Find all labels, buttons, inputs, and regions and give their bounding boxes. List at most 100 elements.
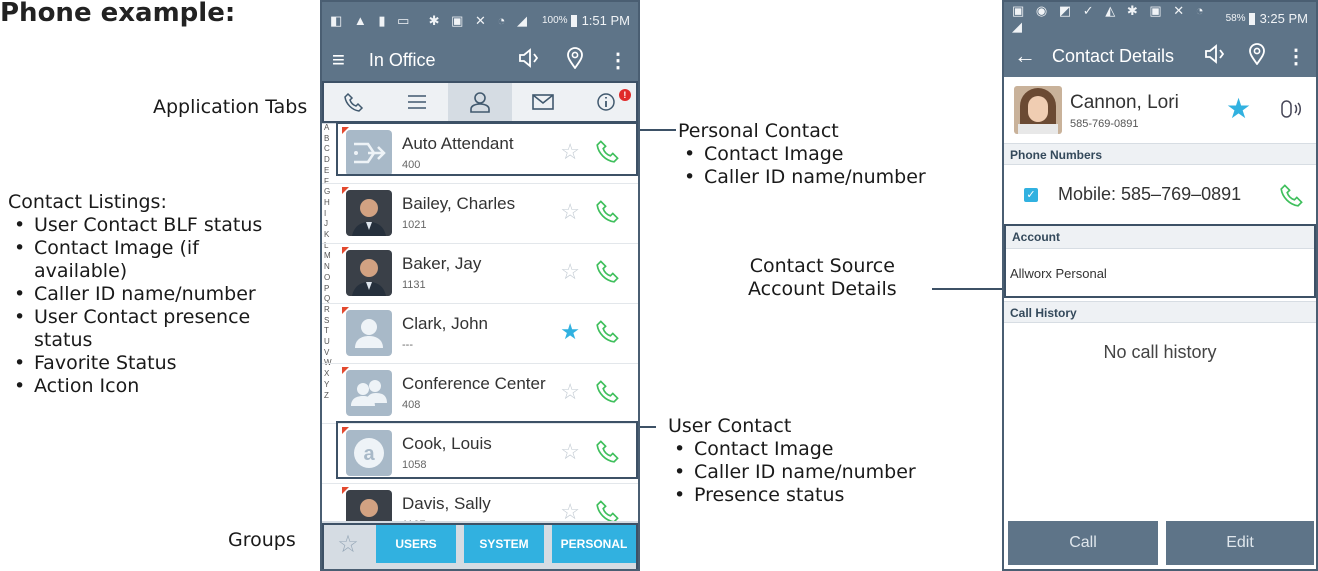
annotation-item: Contact Image (668, 438, 968, 461)
contact-number: 1021 (402, 219, 427, 231)
contact-photo-shirt (1018, 124, 1058, 134)
battery-icon (1248, 12, 1255, 25)
annotation-item: Contact Image (678, 143, 978, 166)
app-title: Contact Details (1052, 45, 1175, 66)
app-bar: ≡ In Office ⋮ (322, 39, 638, 81)
status-bar: ▣ ◉ ◩ ✓ ◭ ✱ ▣ ✕ ◔ ◢ 58% 3:25 PM (1004, 2, 1316, 35)
contact-name: Bailey, Charles (402, 194, 516, 213)
call-icon[interactable] (1280, 183, 1304, 212)
status-bar: ◧ ▲ ▮ ▭ ✱ ▣ ✕ ◔ ◢ 100% 1:51 PM (322, 2, 638, 39)
highlight-tabs (322, 81, 638, 123)
contact-row[interactable]: Clark, John --- ★ (322, 303, 638, 364)
application-tabs-label: Application Tabs (153, 96, 308, 118)
mobile-number: Mobile: 585–769–0891 (1058, 184, 1242, 204)
status-icons: ◧ ▲ ▮ ▭ ✱ ▣ ✕ ◔ ◢ (330, 12, 532, 28)
contact-name: Conference Center (402, 374, 546, 393)
favorite-star-icon[interactable]: ★ (1226, 95, 1251, 123)
contact-row[interactable]: Bailey, Charles 1021 ☆ (322, 183, 638, 244)
contact-avatar (346, 190, 392, 236)
annotation-item: Caller ID name/number (668, 461, 968, 484)
contact-number: 1131 (402, 279, 426, 291)
contact-source-line1: Contact Source (749, 255, 895, 277)
annotation-item-continued: available) (34, 260, 128, 282)
location-icon[interactable] (1248, 42, 1266, 70)
annotation-item: Presence status (668, 484, 968, 507)
account-section: Account Allworx Personal (1004, 224, 1316, 298)
annotation-item-continued: status (34, 329, 93, 351)
highlight-user-contact (336, 421, 638, 479)
presence-icon (1280, 97, 1304, 126)
personal-contact-title: Personal Contact (678, 120, 839, 142)
annotation-item: User Contact presence (8, 306, 298, 329)
annotation-item: Action Icon (8, 375, 298, 398)
contact-listings-annotation: Contact Listings: User Contact BLF statu… (8, 191, 298, 398)
speaker-icon[interactable] (518, 47, 540, 73)
callout-line (932, 288, 1004, 290)
call-icon[interactable] (596, 199, 620, 228)
favorite-star-filled-icon[interactable]: ★ (560, 321, 580, 343)
favorite-star-icon[interactable]: ☆ (560, 261, 580, 283)
groups-label: Groups (228, 529, 296, 551)
battery-level: 100% (542, 15, 568, 26)
phone-contact-details-screen: ▣ ◉ ◩ ✓ ◭ ✱ ▣ ✕ ◔ ◢ 58% 3:25 PM ← Contac… (1002, 0, 1318, 571)
contact-row[interactable]: Baker, Jay 1131 ☆ (322, 243, 638, 304)
user-contact-title: User Contact (668, 415, 792, 437)
battery-icon (570, 14, 577, 27)
status-icons: ▣ ◉ ◩ ✓ ◭ ✱ ▣ ✕ ◔ ◢ (1012, 2, 1208, 34)
contact-listings-title: Contact Listings: (8, 191, 167, 213)
contact-avatar (346, 310, 392, 356)
favorite-star-icon[interactable]: ☆ (560, 501, 580, 523)
contact-photo (1014, 86, 1062, 134)
contact-number: 585-769-0891 (1070, 118, 1139, 130)
contact-source-line2: Account Details (748, 278, 897, 300)
contact-name: Baker, Jay (402, 254, 482, 273)
call-icon[interactable] (596, 379, 620, 408)
overflow-menu-icon[interactable]: ⋮ (1286, 44, 1306, 69)
contact-avatar (346, 250, 392, 296)
contact-name: Clark, John (402, 314, 488, 333)
annotation-item: Caller ID name/number (8, 283, 298, 306)
annotation-item: Caller ID name/number (678, 166, 978, 189)
back-arrow-icon[interactable]: ← (1014, 43, 1036, 69)
page-heading: Phone example: (0, 0, 236, 28)
status-time: 3:25 PM (1259, 11, 1308, 26)
call-icon[interactable] (596, 259, 620, 288)
contact-name: Davis, Sally (402, 494, 491, 513)
location-icon[interactable] (566, 46, 584, 74)
account-name: Allworx Personal (1010, 266, 1107, 281)
app-bar: ← Contact Details ⋮ (1004, 35, 1316, 77)
annotation-item: Favorite Status (8, 352, 298, 375)
highlight-groups (322, 523, 638, 569)
section-call-history: Call History (1004, 301, 1316, 323)
section-phone-numbers: Phone Numbers (1004, 143, 1316, 165)
contact-photo-face (1028, 96, 1048, 122)
phone-contacts-screen: ◧ ▲ ▮ ▭ ✱ ▣ ✕ ◔ ◢ 100% 1:51 PM ≡ In Offi… (320, 0, 640, 571)
contact-avatar (346, 370, 392, 416)
status-time: 1:51 PM (581, 13, 630, 28)
phone-number-row[interactable]: ✓ Mobile: 585–769–0891 (1004, 167, 1316, 223)
annotation-item: User Contact BLF status (8, 214, 298, 237)
personal-contact-annotation: Personal Contact Contact Image Caller ID… (678, 120, 978, 189)
favorite-star-icon[interactable]: ☆ (560, 201, 580, 223)
call-icon[interactable] (596, 319, 620, 348)
contact-number: 408 (402, 399, 421, 411)
section-account: Account (1006, 226, 1314, 249)
app-title: In Office (368, 49, 436, 70)
overflow-menu-icon[interactable]: ⋮ (608, 48, 628, 73)
callout-line (640, 129, 676, 131)
call-button[interactable]: Call (1008, 521, 1158, 565)
highlight-personal-contact (336, 122, 638, 176)
contact-row[interactable]: Conference Center 408 ☆ (322, 363, 638, 424)
no-call-history: No call history (1103, 342, 1217, 362)
menu-icon[interactable]: ≡ (332, 47, 345, 73)
annotation-item: Contact Image (if (8, 237, 298, 260)
battery-level: 58% (1225, 13, 1246, 24)
checkbox[interactable]: ✓ (1024, 188, 1038, 202)
edit-button[interactable]: Edit (1166, 521, 1314, 565)
favorite-star-icon[interactable]: ☆ (560, 381, 580, 403)
user-contact-annotation: User Contact Contact Image Caller ID nam… (668, 415, 968, 507)
speaker-icon[interactable] (1204, 43, 1226, 69)
contact-header: Cannon, Lori 585-769-0891 ★ (1004, 77, 1316, 143)
contact-number: --- (402, 339, 413, 351)
contact-source-annotation: Contact Source Account Details (748, 255, 897, 301)
